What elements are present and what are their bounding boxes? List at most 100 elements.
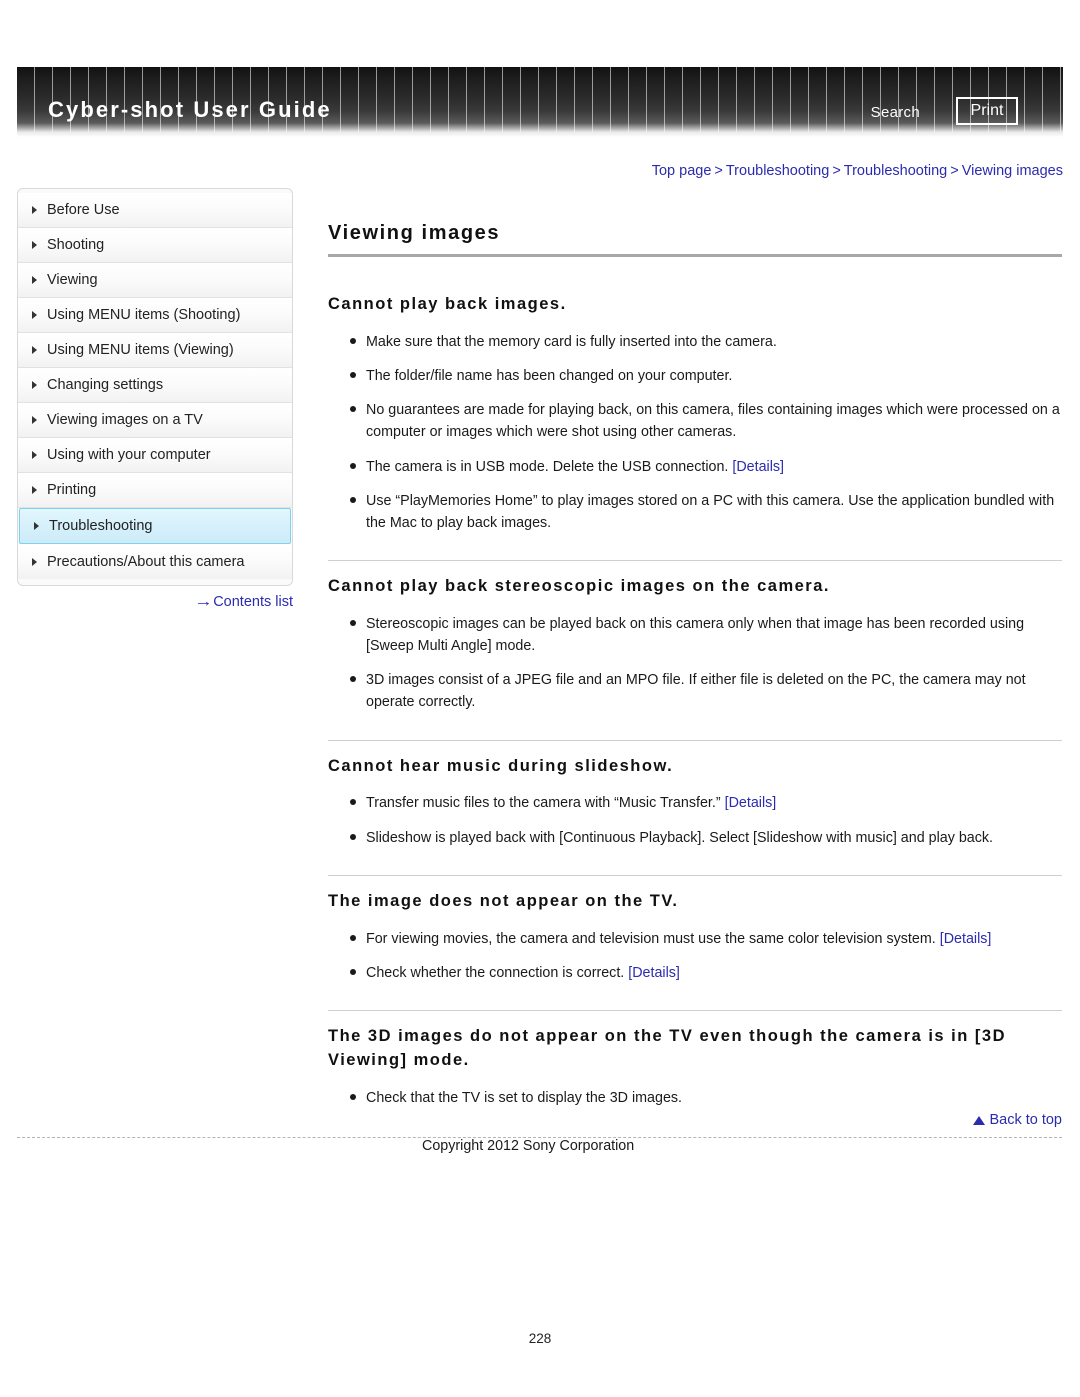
sidebar-item-label: Using with your computer [47, 447, 211, 463]
details-link[interactable]: [Details] [940, 931, 992, 947]
sidebar-item-using-menu-items-shooting[interactable]: Using MENU items (Shooting) [18, 298, 292, 333]
content-section: Cannot play back images. Make sure that t… [328, 293, 1062, 534]
triangle-up-icon [973, 1116, 986, 1125]
bullet-list: Transfer music files to the camera with … [328, 792, 1062, 848]
details-link[interactable]: [Details] [732, 459, 784, 475]
list-item: The camera is in USB mode. Delete the US… [350, 456, 1062, 478]
list-item: For viewing movies, the camera and telev… [350, 928, 1062, 950]
triangle-right-icon [32, 557, 37, 566]
sidebar-item-precautions-about-this-camera[interactable]: Precautions/About this camera [18, 544, 292, 579]
triangle-right-icon [32, 486, 37, 494]
print-button[interactable]: Print [956, 97, 1018, 125]
list-item: Stereoscopic images can be played back o… [350, 613, 1062, 657]
section-heading: The 3D images do not appear on the TV ev… [328, 1027, 1007, 1069]
triangle-right-icon [32, 381, 37, 389]
app-header: Cyber-shot User Guide Search Print [17, 67, 1063, 137]
list-item-text: Check that the TV is set to display the … [366, 1089, 683, 1106]
section-heading: Cannot play back stereoscopic images on … [328, 577, 830, 596]
sidebar-item-label: Precautions/About this camera [47, 553, 245, 570]
list-item-text: The camera is in USB mode. Delete the US… [366, 458, 729, 475]
list-item-text: Check whether the connection is correct. [366, 964, 625, 981]
breadcrumb: Top page > Troubleshooting > Troubleshooting… [652, 163, 1063, 179]
breadcrumb-separator: > [950, 163, 959, 179]
details-link[interactable]: [Details] [725, 795, 777, 811]
sidebar-item-label: Before Use [47, 202, 120, 218]
sidebar-item-label: Using MENU items (Shooting) [47, 307, 241, 323]
back-to-top-link[interactable]: Back to top [328, 1112, 1062, 1128]
triangle-right-icon [34, 522, 39, 530]
sidebar-item-viewing[interactable]: Viewing [18, 263, 292, 298]
section-divider [328, 874, 1062, 876]
list-item-text: Slideshow is played back with [Continuou… [366, 829, 993, 846]
sidebar-item-viewing-images-on-a-tv[interactable]: Viewing images on a TV [18, 403, 292, 438]
section-heading: Cannot hear music during slideshow. [328, 756, 674, 775]
sidebar-item-label: Changing settings [47, 377, 164, 393]
section-divider [328, 560, 1062, 562]
content-section: Cannot hear music during slideshow. Trans… [328, 739, 1062, 849]
list-item: Transfer music files to the camera with … [350, 792, 1062, 814]
triangle-right-icon [32, 241, 37, 249]
list-item-text: Use “PlayMemories Home” to play images s… [366, 492, 1055, 531]
list-item-text: Make sure that the memory card is fully … [366, 333, 777, 350]
back-to-top-label: Back to top [989, 1112, 1062, 1128]
breadcrumb-separator: > [832, 163, 841, 179]
content-section: Cannot play back stereoscopic images on … [328, 560, 1062, 714]
copyright-text: Copyright 2012 Sony Corporation [422, 1138, 635, 1154]
triangle-right-icon [32, 346, 37, 354]
section-divider [328, 1010, 1062, 1012]
title-divider [328, 254, 1062, 257]
main-content: Viewing images Cannot play back images. M… [328, 222, 1062, 1135]
list-item: Check whether the connection is correct.… [350, 962, 1062, 984]
breadcrumb-link-0[interactable]: Top page [652, 163, 712, 179]
contents-list-label: Contents list [213, 594, 293, 610]
contents-list-link[interactable]: →Contents list [17, 593, 293, 610]
bullet-list: For viewing movies, the camera and telev… [328, 928, 1062, 984]
list-item: Use “PlayMemories Home” to play images s… [350, 490, 1062, 534]
content-section: The image does not appear on the TV. For … [328, 874, 1062, 984]
breadcrumb-link-1[interactable]: Troubleshooting [726, 163, 829, 179]
breadcrumb-link-2[interactable]: Troubleshooting [844, 163, 947, 179]
list-item: The folder/file name has been changed on… [350, 365, 1062, 387]
sidebar-item-troubleshooting[interactable]: Troubleshooting [19, 508, 291, 544]
sections-container: Cannot play back images. Make sure that t… [328, 293, 1062, 1109]
triangle-right-icon [32, 206, 37, 214]
list-item-text: 3D images consist of a JPEG file and an … [366, 672, 1026, 711]
breadcrumb-current: Viewing images [961, 163, 1063, 179]
list-item-text: For viewing movies, the camera and telev… [366, 930, 936, 947]
section-heading: Cannot play back images. [328, 295, 567, 313]
list-item: Make sure that the memory card is fully … [350, 331, 1062, 353]
bullet-list: Check that the TV is set to display the … [328, 1087, 1062, 1109]
list-item: 3D images consist of a JPEG file and an … [350, 669, 1062, 713]
search-link[interactable]: Search [871, 104, 920, 121]
sidebar-item-label: Viewing images on a TV [47, 412, 203, 428]
list-item-text: The folder/file name has been changed on… [366, 368, 733, 385]
triangle-right-icon [32, 451, 37, 459]
sidebar-item-changing-settings[interactable]: Changing settings [18, 368, 292, 403]
sidebar-item-label: Troubleshooting [49, 518, 153, 534]
details-link[interactable]: [Details] [628, 965, 680, 981]
sidebar-item-printing[interactable]: Printing [18, 473, 292, 508]
sidebar-item-label: Printing [47, 482, 97, 498]
sidebar-item-label: Shooting [47, 237, 105, 253]
content-section: The 3D images do not appear on the TV ev… [328, 1010, 1062, 1109]
sidebar-item-using-with-your-computer[interactable]: Using with your computer [18, 438, 292, 473]
guide-title: Cyber-shot User Guide [48, 97, 332, 122]
triangle-right-icon [32, 416, 37, 424]
triangle-right-icon [32, 311, 37, 319]
sidebar-item-label: Using MENU items (Viewing) [47, 342, 234, 358]
list-item: No guarantees are made for playing back,… [350, 399, 1062, 443]
bullet-list: Stereoscopic images can be played back o… [328, 613, 1062, 714]
page-title: Viewing images [328, 222, 501, 244]
list-item: Check that the TV is set to display the … [350, 1087, 1062, 1109]
breadcrumb-separator: > [714, 163, 723, 179]
list-item-text: Stereoscopic images can be played back o… [366, 615, 1025, 655]
section-divider [328, 739, 1062, 741]
section-heading: The image does not appear on the TV. [328, 891, 679, 910]
sidebar-item-before-use[interactable]: Before Use [18, 193, 292, 228]
sidebar-item-using-menu-items-viewing[interactable]: Using MENU items (Viewing) [18, 333, 292, 368]
sidebar-item-label: Viewing [47, 272, 98, 288]
sidebar-item-shooting[interactable]: Shooting [18, 228, 292, 263]
arrow-right-icon: → [194, 593, 214, 610]
triangle-right-icon [32, 276, 37, 284]
list-item: Slideshow is played back with [Continuou… [350, 827, 1062, 849]
